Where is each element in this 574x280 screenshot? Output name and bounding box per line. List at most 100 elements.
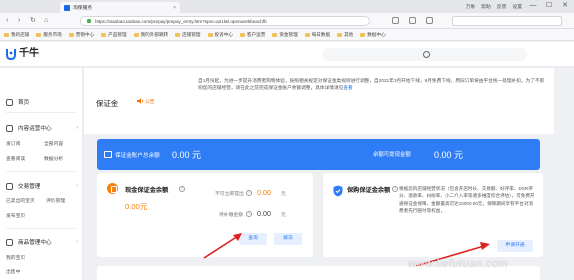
bookmark[interactable]: 其他: [337, 32, 353, 38]
sidebar-subitem[interactable]: 已卖出的宝贝: [6, 197, 35, 204]
help-icon[interactable]: ?: [392, 186, 398, 192]
unfreeze-button[interactable]: 解冻: [274, 233, 302, 245]
cash-deposit-icon: [107, 183, 118, 194]
page-title: 保证金: [96, 99, 119, 108]
withdrawable-value: 0.00: [257, 188, 271, 197]
bookmark[interactable]: 每日数据: [304, 32, 330, 38]
chevron-right-icon: ›: [76, 239, 78, 245]
insurance-deposit-title: 保购保证金余额: [347, 187, 391, 194]
bookmark[interactable]: 数据中心: [360, 32, 386, 38]
tab-title: 淘保服务: [73, 6, 93, 11]
withdrawable-balance-label: 余额可提现金额: [373, 152, 411, 158]
bookmark[interactable]: 我的外部跳转: [133, 32, 168, 38]
total-balance-value: 0.00 元: [172, 150, 202, 160]
sidebar-group-trade[interactable]: 交易管理 ›: [6, 182, 78, 190]
bookmark[interactable]: 营销中心: [68, 32, 94, 38]
sidebar-subitem[interactable]: 查看阅读: [6, 155, 25, 162]
chevron-right-icon: ›: [76, 183, 78, 189]
bookmark[interactable]: 投诉中心: [207, 32, 233, 38]
folder-icon: [304, 32, 310, 37]
close-window-button[interactable]: ✕: [560, 2, 570, 10]
annotation-arrow-icon: [203, 233, 242, 259]
tab-favicon-icon: [64, 4, 70, 11]
help-icon[interactable]: ?: [179, 186, 185, 192]
notice-link[interactable]: 查看: [343, 85, 352, 90]
sidebar-subitem[interactable]: 全部内容: [44, 140, 63, 147]
total-balance-label: 保证金账户总余额: [115, 153, 160, 159]
menu-icon[interactable]: [426, 17, 433, 24]
forward-icon[interactable]: ›: [18, 16, 20, 25]
sidebar-item-home[interactable]: 首页: [6, 98, 29, 106]
extension-icon[interactable]: [392, 17, 399, 24]
page-header: 保证金 公告 自1月份起，为进一步提升消费者购物体验，按照相关规定对保证金类规则…: [84, 68, 554, 134]
minimize-button[interactable]: —: [528, 2, 538, 10]
frozen-label: 待补缴金额: [219, 213, 243, 218]
bookmark[interactable]: 店铺管理: [175, 32, 201, 38]
frozen-value: 0.00: [257, 209, 271, 218]
qianniu-logo-icon: [6, 49, 16, 60]
window-link-wanxiang[interactable]: 万象: [466, 3, 476, 10]
sidebar-subitem[interactable]: 发布宝贝: [6, 212, 25, 219]
bookmark[interactable]: 我的店铺: [4, 32, 29, 38]
bookmark[interactable]: 资金管理: [272, 32, 298, 38]
address-tools: [392, 17, 433, 24]
shield-icon: [333, 185, 343, 197]
folder-icon: [133, 32, 139, 37]
apply-open-button[interactable]: 申请开通: [497, 240, 533, 252]
chevron-right-icon: ›: [76, 125, 78, 131]
sidebar-subitem[interactable]: 数据分析: [44, 155, 63, 162]
folder-icon: [4, 32, 9, 37]
content-icon: [6, 124, 13, 132]
maximize-button[interactable]: ☐: [544, 2, 554, 10]
sidebar-subitem[interactable]: 评价管理: [46, 197, 65, 204]
sidebar-group-goods[interactable]: 商品管理中心 ›: [6, 238, 78, 246]
goods-icon: [6, 238, 13, 246]
home-icon[interactable]: ⌂: [44, 16, 48, 25]
folder-icon: [207, 32, 213, 37]
speaker-icon: [137, 98, 143, 104]
sidebar: 首页 内容运营中心 › 发订阅 全部内容 查看阅读 数据分析 交易管理 › 已卖…: [0, 68, 83, 280]
folder-icon: [101, 32, 107, 37]
bookmark[interactable]: 产品管理: [101, 32, 127, 38]
back-icon[interactable]: ‹: [6, 16, 8, 25]
announcement-label: 公告: [145, 100, 155, 105]
address-bar-row: ‹ › ↻ ⌂ https://xiaobao.taobao.com/prepa…: [0, 13, 574, 29]
window-link-help[interactable]: 帮助: [481, 3, 491, 10]
refresh-icon[interactable]: ↻: [30, 16, 36, 25]
url-field[interactable]: https://xiaobao.taobao.com/prepay/prepay…: [80, 16, 370, 26]
cash-deposit-title: 现金保证金余额: [125, 187, 169, 194]
insurance-description: 根据您的店铺经营状况（包含开店时长、交易额、好评率、DSR评分、退款率、纠纷率、…: [399, 186, 535, 214]
browser-titlebar: 淘保服务 × 万象 帮助 反馈 设置 — ☐ ✕: [0, 0, 574, 13]
tab-close-icon[interactable]: ×: [173, 5, 176, 11]
frozen-unit: 元: [281, 213, 286, 218]
wallet-icon: [104, 151, 112, 158]
watermark-text: www.liefutuan.com: [408, 258, 509, 270]
divider: [6, 171, 76, 172]
bookmark[interactable]: 服务市场: [36, 32, 62, 38]
bookmarks-bar: 我的店铺 服务市场 营销中心 产品管理 我的外部跳转 店铺管理 投诉中心 客户运…: [0, 29, 574, 41]
star-icon[interactable]: [409, 17, 416, 24]
folder-icon: [239, 32, 245, 37]
balance-banner: 保证金账户总余额 0.00 元 余额可提现金额 0.00 元: [97, 139, 540, 170]
bookmark[interactable]: 客户运营: [239, 32, 265, 38]
lock-icon: [87, 19, 91, 23]
url-text: https://xiaobao.taobao.com/prepay/prepay…: [95, 18, 267, 24]
help-icon[interactable]: ?: [246, 211, 252, 217]
help-icon[interactable]: ?: [246, 190, 252, 196]
folder-icon: [272, 32, 278, 37]
sidebar-subitem[interactable]: 我的宝贝: [6, 254, 25, 261]
sidebar-subitem[interactable]: 发订阅: [6, 140, 20, 147]
window-link-settings[interactable]: 设置: [512, 3, 522, 10]
browser-tab[interactable]: 淘保服务 ×: [60, 2, 180, 13]
notice-text: 自1月份起，为进一步提升消费者购物体验，按照相关规定对保证金类规则进行调整，自2…: [198, 78, 545, 91]
home-icon: [6, 98, 13, 106]
browser-search-field[interactable]: [452, 16, 562, 26]
search-icon[interactable]: [423, 51, 430, 58]
folder-icon: [360, 32, 366, 37]
cash-deposit-amount: 0.00元: [125, 202, 148, 211]
sidebar-subitem[interactable]: 出售中: [6, 268, 20, 275]
sidebar-group-content[interactable]: 内容运营中心 ›: [6, 124, 78, 132]
withdrawable-unit: 元: [281, 192, 286, 197]
window-link-feedback[interactable]: 反馈: [497, 3, 507, 10]
withdrawable-balance-value: 0.00 元: [434, 150, 464, 160]
